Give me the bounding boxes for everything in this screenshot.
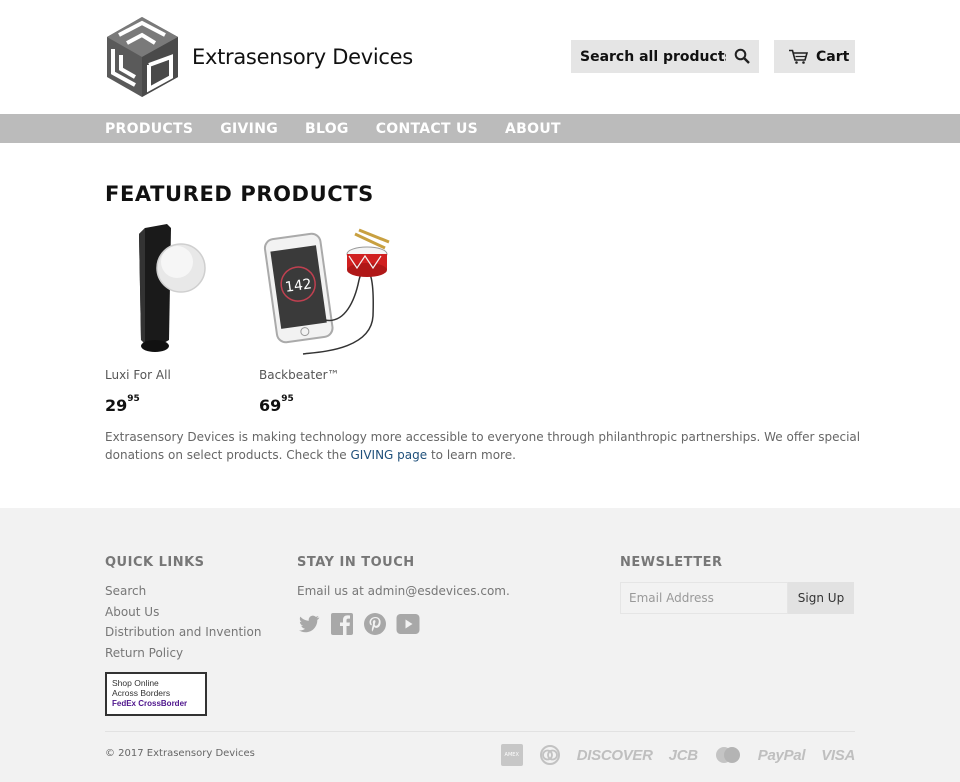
search-placeholder: Search all products...: [580, 48, 726, 65]
copyright-text: © 2017 Extrasensory Devices: [105, 748, 255, 759]
cart-icon: [789, 49, 808, 64]
site-footer: QUICK LINKS Search About Us Distribution…: [0, 508, 960, 782]
discover-icon: DISCOVER: [576, 746, 653, 764]
product-price: 2995: [105, 394, 140, 415]
newsletter-heading: NEWSLETTER: [620, 555, 723, 570]
stay-in-touch-heading: STAY IN TOUCH: [297, 555, 415, 570]
featured-products-heading: FEATURED PRODUCTS: [105, 182, 374, 206]
nav-item-products[interactable]: PRODUCTS: [105, 121, 193, 137]
search-input[interactable]: Search all products...: [571, 40, 759, 73]
logo-cube-icon: [107, 17, 178, 97]
product-name[interactable]: Backbeater™: [259, 368, 340, 382]
email-placeholder: Email Address: [629, 591, 714, 605]
fedex-crossborder-badge[interactable]: Shop Online Across Borders FedEx CrossBo…: [105, 672, 207, 716]
footer-divider: [105, 731, 855, 732]
facebook-icon[interactable]: [330, 612, 354, 636]
cart-button[interactable]: Cart: [774, 40, 855, 73]
site-header: Extrasensory Devices Search all products…: [0, 0, 960, 114]
main-nav: PRODUCTS GIVING BLOG CONTACT US ABOUT: [0, 114, 960, 143]
newsletter-email-field[interactable]: Email Address: [620, 582, 788, 614]
giving-blurb: Extrasensory Devices is making technolog…: [105, 430, 861, 462]
payment-icons: AMEX DISCOVER JCB PayPal VISA: [500, 744, 855, 766]
product-card-backbeater[interactable]: 142 Backbeater™ 6995: [259, 220, 399, 415]
giving-page-link[interactable]: GIVING page: [350, 448, 427, 462]
nav-item-giving[interactable]: GIVING: [220, 121, 278, 137]
cart-label: Cart: [816, 48, 850, 65]
quick-link-return-policy[interactable]: Return Policy: [105, 646, 261, 667]
nav-item-about[interactable]: ABOUT: [505, 121, 561, 137]
quick-links-list: Search About Us Distribution and Inventi…: [105, 584, 261, 666]
luxi-product-image: [139, 224, 206, 352]
social-links: [297, 612, 429, 636]
contact-email-text: Email us at admin@esdevices.com.: [297, 584, 510, 598]
quick-links-heading: QUICK LINKS: [105, 555, 205, 570]
nav-item-blog[interactable]: BLOG: [305, 121, 349, 137]
site-name: Extrasensory Devices: [192, 45, 413, 69]
pinterest-icon[interactable]: [363, 612, 387, 636]
mastercard-icon: [715, 747, 740, 763]
paypal-icon: PayPal: [757, 746, 806, 764]
youtube-icon[interactable]: [396, 612, 420, 636]
product-price: 6995: [259, 394, 294, 415]
diners-club-icon: [539, 745, 560, 765]
backbeater-product-image: 142: [263, 228, 390, 355]
jcb-icon: JCB: [668, 746, 698, 764]
search-icon[interactable]: [734, 48, 750, 64]
visa-icon: VISA: [821, 746, 855, 764]
product-name[interactable]: Luxi For All: [105, 368, 171, 382]
sign-up-button[interactable]: Sign Up: [788, 582, 854, 614]
quick-link-distribution[interactable]: Distribution and Invention: [105, 625, 261, 646]
twitter-icon[interactable]: [297, 612, 321, 636]
nav-item-contact-us[interactable]: CONTACT US: [376, 121, 478, 137]
quick-link-about-us[interactable]: About Us: [105, 605, 261, 626]
quick-link-search[interactable]: Search: [105, 584, 261, 605]
site-logo[interactable]: Extrasensory Devices: [105, 15, 413, 99]
amex-icon: AMEX: [500, 744, 523, 766]
product-card-luxi[interactable]: Luxi For All 2995: [105, 220, 245, 415]
